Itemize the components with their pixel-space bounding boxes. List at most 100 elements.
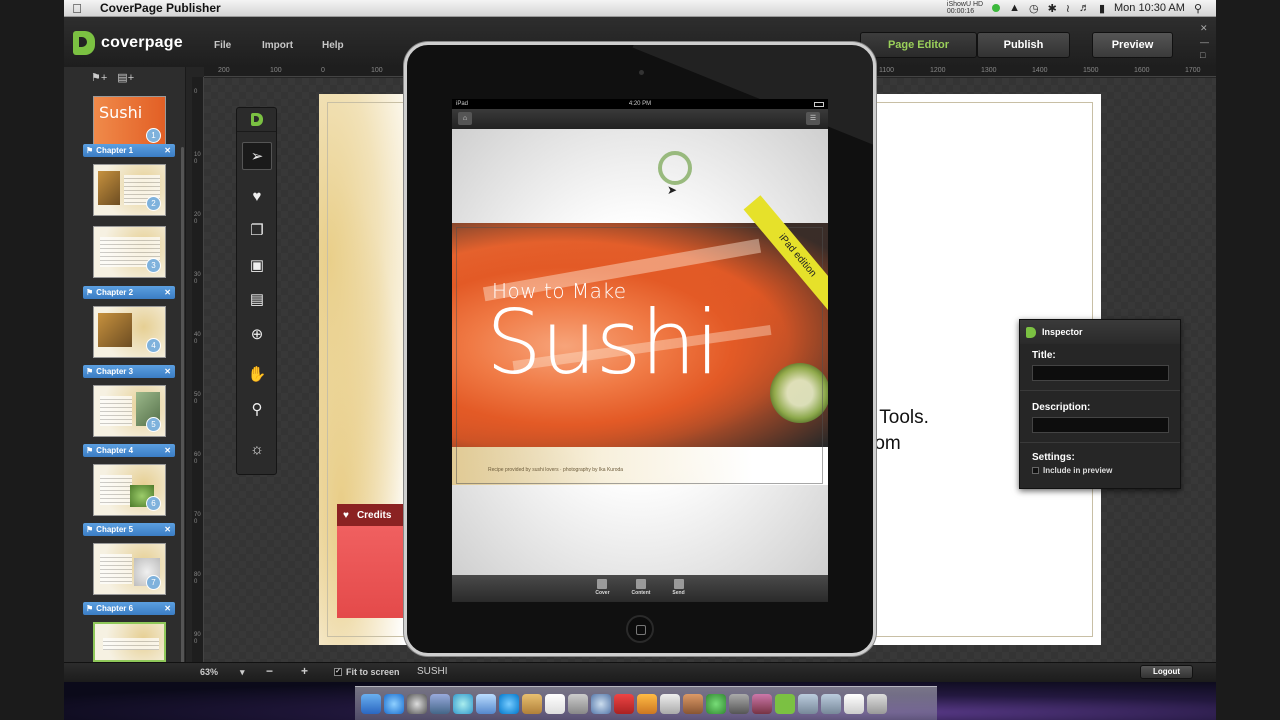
window-maximize-icon[interactable]: □: [1200, 50, 1205, 60]
preview-app-icon[interactable]: [568, 693, 588, 714]
folder-icon[interactable]: [821, 693, 841, 714]
spotlight-search-icon[interactable]: ⚲: [1194, 2, 1202, 15]
coverpage-dock-icon[interactable]: [775, 693, 795, 714]
volume-icon[interactable]: ♬: [1079, 2, 1090, 14]
dashboard-icon[interactable]: [407, 693, 427, 714]
page-thumb[interactable]: 2: [93, 164, 166, 216]
chapter-tab-2[interactable]: ⚑ Chapter 2 ✕: [83, 286, 175, 299]
apple-menu-icon[interactable]: : [64, 1, 90, 16]
folder-icon[interactable]: [798, 693, 818, 714]
document-icon[interactable]: [844, 693, 864, 714]
chapter-close-icon[interactable]: ✕: [164, 367, 171, 376]
ipad-content[interactable]: ➤ How to Make Sushi Recipe provided by s…: [452, 129, 828, 575]
adobe-icon[interactable]: ▲: [1009, 2, 1020, 14]
ichat-icon[interactable]: [476, 693, 496, 714]
description-field[interactable]: [1032, 417, 1169, 433]
menubar-app-name[interactable]: CoverPage Publisher: [100, 1, 221, 15]
zoom-dropdown-icon[interactable]: ▾: [240, 667, 245, 678]
images-tool[interactable]: ❐: [242, 216, 272, 244]
app-icon[interactable]: [752, 693, 772, 714]
page-thumb[interactable]: 6: [93, 464, 166, 516]
chapter-tab-3[interactable]: ⚑ Chapter 3 ✕: [83, 365, 175, 378]
inspector-header[interactable]: Inspector: [1020, 320, 1180, 344]
time-machine-icon[interactable]: ◷: [1029, 2, 1039, 15]
ipad-menu-icon[interactable]: ☰: [806, 112, 820, 125]
credits-tag[interactable]: ♥ Credits: [337, 504, 407, 526]
menubar-clock[interactable]: Mon 10:30 AM: [1114, 2, 1185, 14]
zoom-out-button[interactable]: −: [266, 664, 273, 678]
menu-file[interactable]: File: [214, 40, 231, 51]
safari-icon[interactable]: [453, 693, 473, 714]
page-thumb[interactable]: 5: [93, 385, 166, 437]
chapter-tab-6[interactable]: ⚑ Chapter 6 ✕: [83, 602, 175, 615]
include-in-preview-checkbox[interactable]: [1032, 467, 1039, 474]
chapter-tab-1[interactable]: ⚑ Chapter 1 ✕: [83, 144, 175, 157]
address-book-icon[interactable]: [522, 693, 542, 714]
heart-tool[interactable]: ♥: [242, 182, 272, 210]
ipad-home-button[interactable]: [626, 615, 654, 643]
select-arrow-tool[interactable]: ➢: [242, 142, 272, 170]
chapter-close-icon[interactable]: ✕: [164, 446, 171, 455]
photo-booth-icon[interactable]: [614, 693, 634, 714]
chapter-close-icon[interactable]: ✕: [164, 288, 171, 297]
chapter-close-icon[interactable]: ✕: [164, 525, 171, 534]
menu-import[interactable]: Import: [262, 40, 293, 51]
skype-icon[interactable]: [499, 693, 519, 714]
title-field[interactable]: [1032, 365, 1169, 381]
tab-content[interactable]: Content: [631, 575, 651, 602]
chapter-close-icon[interactable]: ✕: [164, 604, 171, 613]
system-preferences-icon[interactable]: [660, 693, 680, 714]
text-tool[interactable]: ▤: [242, 285, 272, 313]
menu-help[interactable]: Help: [322, 40, 344, 51]
mouse-cursor-icon: ➤: [667, 183, 678, 197]
window-minimize-icon[interactable]: —: [1200, 37, 1209, 47]
ipad-home-icon[interactable]: ⌂: [458, 112, 472, 125]
ruler-tick: 1400: [1032, 67, 1048, 74]
chapter-tab-5[interactable]: ⚑ Chapter 5 ✕: [83, 523, 175, 536]
bluetooth-icon[interactable]: ✱: [1048, 2, 1057, 15]
mac-dock: [355, 686, 937, 720]
page-thumb-selected[interactable]: [93, 622, 166, 662]
zoom-tool[interactable]: ⚲: [242, 395, 272, 423]
trash-icon[interactable]: [867, 693, 887, 714]
calendar-icon[interactable]: [545, 693, 565, 714]
iphoto-icon[interactable]: [637, 693, 657, 714]
guitar-icon[interactable]: [683, 693, 703, 714]
tab-label: Content: [631, 590, 651, 596]
window-close-icon[interactable]: ✕: [1200, 23, 1208, 34]
zoom-in-button[interactable]: +: [301, 664, 308, 678]
video-tool[interactable]: ▣: [242, 251, 272, 279]
fit-to-screen-checkbox[interactable]: ✓: [334, 668, 342, 676]
tab-cover[interactable]: Cover: [595, 575, 610, 602]
target-tool[interactable]: ⊕: [242, 320, 272, 348]
publish-button[interactable]: Publish: [977, 32, 1070, 58]
chapter-close-icon[interactable]: ✕: [164, 146, 171, 155]
mail-icon[interactable]: [430, 693, 450, 714]
page-thumb[interactable]: 3: [93, 226, 166, 278]
chapter-tab-4[interactable]: ⚑ Chapter 4 ✕: [83, 444, 175, 457]
add-page-icon[interactable]: ▤+: [117, 71, 134, 84]
preview-button[interactable]: Preview: [1092, 32, 1173, 58]
battery-icon[interactable]: ▮: [1099, 2, 1105, 15]
page-thumb[interactable]: 7: [93, 543, 166, 595]
page-thumb[interactable]: 4: [93, 306, 166, 358]
sidebar-scrollbar[interactable]: [181, 147, 184, 677]
tab-send[interactable]: Send: [672, 575, 685, 602]
add-chapter-icon[interactable]: ⚑+: [91, 71, 107, 84]
logout-button[interactable]: Logout: [1140, 665, 1193, 679]
page-editor-button[interactable]: Page Editor: [860, 32, 977, 58]
ishowu-indicator[interactable]: iShowU HD 00:00:16: [947, 1, 983, 15]
dvd-icon[interactable]: [729, 693, 749, 714]
page-thumb-cover[interactable]: Sushi 1: [93, 96, 166, 148]
cover-image[interactable]: How to Make Sushi Recipe provided by sus…: [452, 195, 828, 485]
credits-image[interactable]: [337, 526, 407, 618]
itunes-icon[interactable]: [591, 693, 611, 714]
hand-tool[interactable]: ✋: [242, 360, 272, 388]
wifi-icon[interactable]: ≀: [1066, 2, 1070, 15]
app-store-icon[interactable]: [384, 693, 404, 714]
zoom-level[interactable]: 63%: [200, 667, 218, 677]
utility-icon[interactable]: [706, 693, 726, 714]
settings-tool[interactable]: ☼: [242, 435, 272, 463]
finder-icon[interactable]: [361, 693, 381, 714]
ipad-screen[interactable]: iPad 4:20 PM ⌂ ☰ ➤ How to Make Sushi Rec…: [452, 99, 828, 602]
